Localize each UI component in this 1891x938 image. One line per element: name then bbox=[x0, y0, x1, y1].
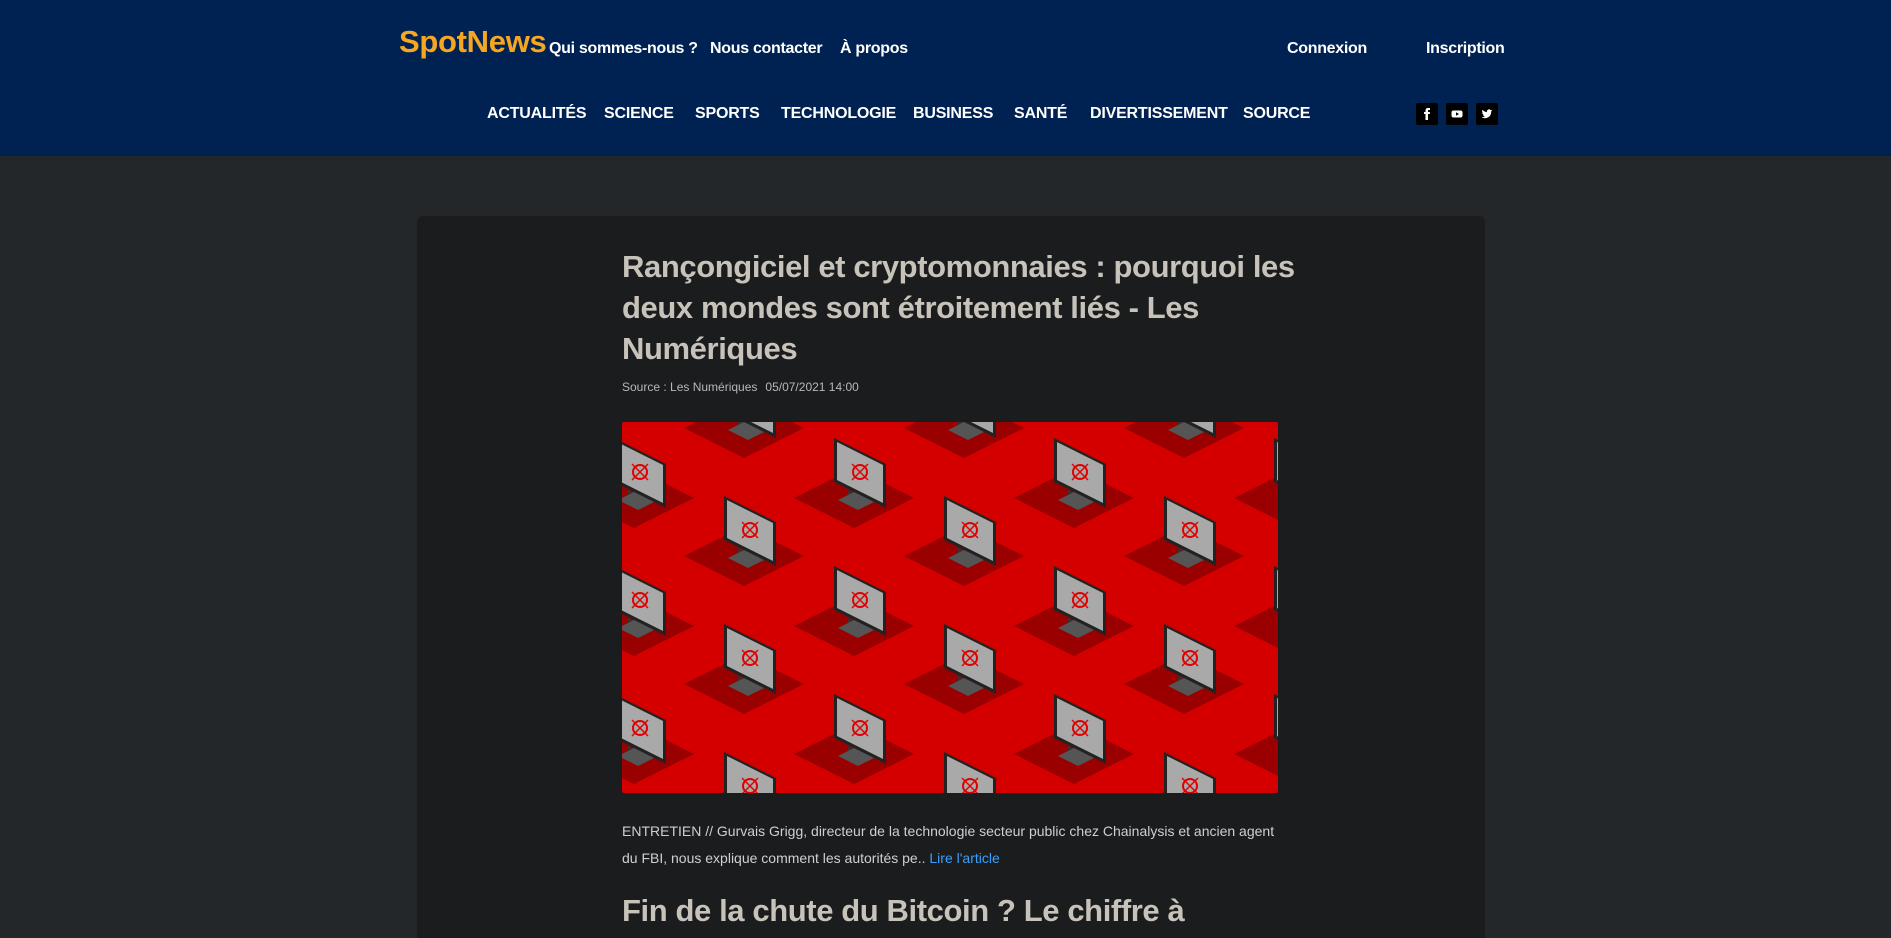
monitor-graphic bbox=[1123, 751, 1245, 793]
monitor-graphic bbox=[903, 623, 1025, 715]
category-sante[interactable]: SANTÉ bbox=[1014, 105, 1067, 123]
category-science[interactable]: SCIENCE bbox=[604, 105, 674, 123]
category-technologie[interactable]: TECHNOLOGIE bbox=[781, 105, 896, 123]
ransomware-monitor-pattern bbox=[622, 422, 1278, 793]
monitor-graphic bbox=[903, 422, 1025, 459]
brand-logo[interactable]: SpotNews bbox=[399, 24, 547, 60]
nav-contact[interactable]: Nous contacter bbox=[710, 40, 823, 58]
article-source: Source : Les Numériques bbox=[622, 380, 758, 394]
article-excerpt: ENTRETIEN // Gurvais Grigg, directeur de… bbox=[622, 818, 1282, 872]
monitor-graphic bbox=[683, 495, 805, 587]
article-meta: Source : Les Numériques 05/07/2021 14:00 bbox=[622, 380, 859, 394]
monitor-graphic bbox=[1233, 437, 1278, 529]
twitter-icon[interactable] bbox=[1476, 103, 1498, 125]
monitor-graphic bbox=[1013, 437, 1135, 529]
category-business[interactable]: BUSINESS bbox=[913, 105, 993, 123]
monitor-graphic bbox=[1233, 565, 1278, 657]
category-divertissement[interactable]: DIVERTISSEMENT bbox=[1090, 105, 1228, 123]
monitor-graphic bbox=[1013, 693, 1135, 785]
monitor-graphic bbox=[1013, 565, 1135, 657]
category-sports[interactable]: SPORTS bbox=[695, 105, 760, 123]
monitor-graphic bbox=[1123, 495, 1245, 587]
monitor-graphic bbox=[793, 565, 915, 657]
monitor-graphic bbox=[793, 437, 915, 529]
monitor-graphic bbox=[1123, 422, 1245, 459]
monitor-graphic bbox=[622, 565, 695, 657]
signup-link[interactable]: Inscription bbox=[1426, 40, 1505, 58]
article-date: 05/07/2021 14:00 bbox=[765, 380, 859, 394]
facebook-icon[interactable] bbox=[1416, 103, 1438, 125]
monitor-graphic bbox=[793, 693, 915, 785]
monitor-graphic bbox=[683, 751, 805, 793]
monitor-graphic bbox=[683, 422, 805, 459]
youtube-icon[interactable] bbox=[1446, 103, 1468, 125]
next-article-title[interactable]: Fin de la chute du Bitcoin ? Le chiffre … bbox=[622, 893, 1322, 929]
article-title[interactable]: Rançongiciel et cryptomonnaies : pourquo… bbox=[622, 246, 1302, 369]
monitor-graphic bbox=[903, 751, 1025, 793]
category-source[interactable]: SOURCE bbox=[1243, 105, 1310, 123]
read-more-link[interactable]: Lire l'article bbox=[929, 850, 999, 866]
nav-about-us[interactable]: Qui sommes-nous ? bbox=[549, 40, 698, 58]
monitor-graphic bbox=[1123, 623, 1245, 715]
site-header: SpotNews Qui sommes-nous ? Nous contacte… bbox=[0, 0, 1891, 156]
monitor-graphic bbox=[622, 437, 695, 529]
monitor-graphic bbox=[622, 693, 695, 785]
monitor-graphic bbox=[903, 495, 1025, 587]
login-link[interactable]: Connexion bbox=[1287, 40, 1367, 58]
monitor-graphic bbox=[1233, 693, 1278, 785]
article-image[interactable] bbox=[622, 422, 1278, 793]
category-actualites[interactable]: ACTUALITÉS bbox=[487, 105, 587, 123]
monitor-graphic bbox=[683, 623, 805, 715]
nav-about[interactable]: À propos bbox=[840, 40, 908, 58]
